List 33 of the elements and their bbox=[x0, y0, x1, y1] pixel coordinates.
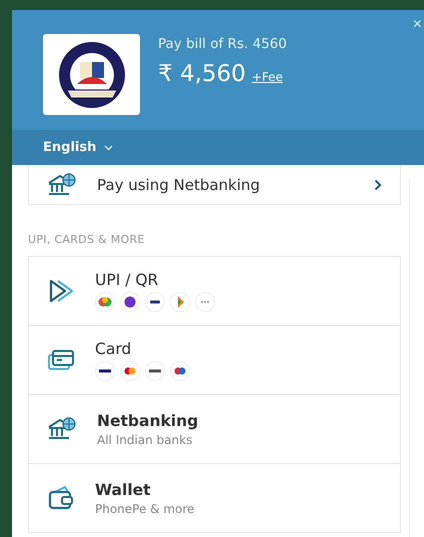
wallet-icon bbox=[47, 485, 75, 511]
payment-method-row[interactable]: Card bbox=[29, 326, 400, 394]
netbanking-button[interactable]: Pay using Netbanking bbox=[28, 165, 401, 205]
payment-app-icon bbox=[145, 292, 165, 312]
card-network-icon bbox=[170, 360, 190, 380]
chevron-right-icon bbox=[374, 178, 382, 190]
bank-globe-icon bbox=[47, 416, 77, 442]
double-arrow-icon bbox=[47, 278, 75, 304]
method-subtitle: PhonePe & more bbox=[95, 502, 194, 516]
card-network-icon bbox=[120, 360, 140, 380]
payment-method-row[interactable]: UPI / QR bbox=[29, 257, 400, 325]
method-subtitle: All Indian banks bbox=[97, 432, 194, 446]
bank-globe-icon bbox=[47, 172, 77, 198]
bill-text: Pay bill of Rs. 4560 bbox=[158, 36, 287, 52]
more-icon bbox=[195, 292, 215, 312]
payment-app-icon bbox=[95, 292, 115, 312]
card-network-icon bbox=[145, 360, 165, 380]
fee-link[interactable]: +Fee bbox=[252, 70, 283, 84]
method-title: Wallet bbox=[95, 480, 152, 498]
chevron-down-icon bbox=[104, 144, 114, 150]
payment-method-row[interactable]: Wallet PhonePe & more bbox=[29, 464, 400, 532]
payment-app-icon bbox=[120, 292, 140, 312]
section-title: UPI, CARDS & MORE bbox=[28, 233, 146, 246]
method-title: Card bbox=[95, 340, 132, 358]
language-dropdown[interactable]: English bbox=[12, 130, 424, 165]
method-title: UPI / QR bbox=[95, 270, 160, 288]
payment-method-row[interactable]: Netbanking All Indian banks bbox=[29, 395, 400, 463]
method-title: Netbanking bbox=[97, 412, 198, 430]
card-icon bbox=[47, 348, 75, 372]
amount-text: ₹ 4,560 bbox=[158, 61, 246, 87]
payment-app-icon bbox=[170, 292, 190, 312]
card-network-icon bbox=[95, 360, 115, 380]
crest-logo-drawing bbox=[56, 40, 126, 110]
